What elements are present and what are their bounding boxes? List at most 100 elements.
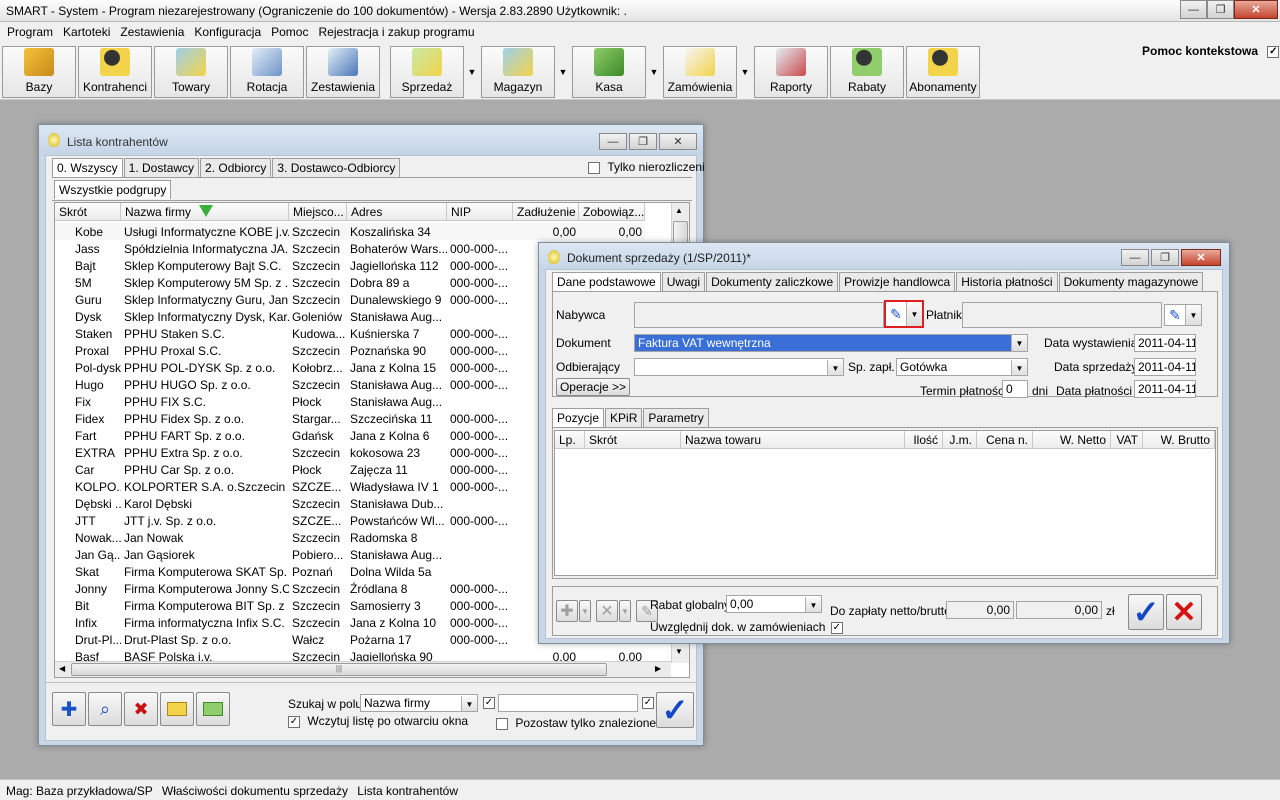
add-item-button[interactable]: ✚ [556, 600, 578, 622]
operations-button[interactable]: Operacje >> [556, 378, 630, 396]
toolbar-button-zamowienia[interactable]: Zamówienia [663, 46, 737, 98]
col-ilosc[interactable]: Ilość [905, 431, 943, 449]
delete-contractor-button[interactable]: ✖ [124, 692, 158, 726]
tab-dokumenty-magazynowe[interactable]: Dokumenty magazynowe [1058, 272, 1204, 291]
col-w-brutto[interactable]: W. Brutto [1143, 431, 1215, 449]
search-field-dropdown-icon[interactable]: ▼ [461, 696, 477, 711]
discount-select[interactable]: 0,00 ▼ [726, 595, 822, 613]
tab-wszyscy[interactable]: 0. Wszyscy [52, 158, 123, 177]
tab-pozycje[interactable]: Pozycje [552, 408, 605, 427]
tab-kpir[interactable]: KPiR [605, 408, 643, 427]
buyer-dropdown-icon[interactable]: ▼ [906, 302, 922, 326]
menu-zestawienia[interactable]: Zestawienia [115, 25, 189, 39]
document-dropdown-icon[interactable]: ▼ [1011, 335, 1027, 351]
tab-dane-podstawowe[interactable]: Dane podstawowe [552, 272, 661, 291]
cancel-document-button[interactable]: ✕ [1166, 594, 1202, 630]
issue-date-field[interactable]: 2011-04-11 [1134, 334, 1196, 352]
only-unsettled-checkbox[interactable] [588, 161, 600, 174]
add-contractor-button[interactable]: ✚ [52, 692, 86, 726]
confirm-contractor-button[interactable]: ✓ [656, 692, 694, 728]
search-contractor-button[interactable]: ⌕ [88, 692, 122, 726]
tab-historia-platnosci[interactable]: Historia płatności [956, 272, 1058, 291]
pay-method-dropdown-icon[interactable]: ▼ [1011, 360, 1027, 375]
minimize-button[interactable]: — [1180, 0, 1207, 19]
menu-kartoteki[interactable]: Kartoteki [58, 25, 115, 39]
toolbar-button-magazyn[interactable]: Magazyn [481, 46, 555, 98]
add-item-dropdown[interactable]: ▼ [579, 600, 591, 622]
maximize-button[interactable]: ❐ [1207, 0, 1234, 19]
term-field[interactable]: 0 [1002, 380, 1028, 398]
col-miejscowosc[interactable]: Miejsco... [289, 203, 347, 221]
delete-item-dropdown[interactable]: ▼ [619, 600, 631, 622]
payer-field[interactable] [962, 302, 1162, 328]
col-nazwa-towaru[interactable]: Nazwa towaru [681, 431, 905, 449]
search-input[interactable] [498, 694, 638, 712]
table-row[interactable]: Kobe Usługi Informatyczne KOBE j.v. Szczec… [55, 223, 645, 240]
sales-doc-maximize-button[interactable]: ❐ [1151, 249, 1179, 266]
col-nazwa-firmy[interactable]: Nazwa firmy [121, 203, 289, 221]
col-skrot[interactable]: Skrót [585, 431, 681, 449]
context-help-checkbox[interactable]: ✓ [1267, 45, 1280, 58]
scroll-left-icon[interactable]: ◀ [59, 664, 65, 673]
toolbar-button-bazy[interactable]: Bazy [2, 46, 76, 98]
scroll-right-icon[interactable]: ▶ [655, 664, 661, 673]
pay-method-select[interactable]: Gotówka ▼ [896, 358, 1028, 376]
col-vat[interactable]: VAT [1111, 431, 1143, 449]
delete-item-button[interactable]: ✕ [596, 600, 618, 622]
tab-dostawcy[interactable]: 1. Dostawcy [123, 158, 200, 177]
toolbar-button-abonamenty[interactable]: Abonamenty [906, 46, 980, 98]
menu-program[interactable]: Program [2, 25, 58, 39]
kasa-dropdown-arrow[interactable]: ▼ [646, 46, 662, 98]
toolbar-button-zestawienia[interactable]: Zestawienia [306, 46, 380, 98]
col-lp[interactable]: Lp. [555, 431, 585, 449]
col-skrot[interactable]: Skrót [55, 203, 121, 221]
buyer-field[interactable] [634, 302, 884, 328]
col-w-netto[interactable]: W. Netto [1033, 431, 1111, 449]
sale-date-field[interactable]: 2011-04-11 [1134, 358, 1196, 376]
zamowienia-dropdown-arrow[interactable]: ▼ [737, 46, 753, 98]
leave-found-checkbox[interactable] [496, 717, 508, 730]
include-orders-checkbox[interactable]: ✓ [830, 621, 843, 634]
tab-dokumenty-zaliczkowe[interactable]: Dokumenty zaliczkowe [706, 272, 839, 291]
col-nip[interactable]: NIP [447, 203, 513, 221]
toolbar-button-sprzedaz[interactable]: Sprzedaż [390, 46, 464, 98]
scroll-down-icon[interactable]: ▼ [675, 647, 683, 656]
close-button[interactable]: ✕ [1234, 0, 1278, 19]
sales-doc-close-button[interactable]: ✕ [1181, 249, 1221, 266]
toolbar-button-rotacja[interactable]: Rotacja [230, 46, 304, 98]
document-select[interactable]: Faktura VAT wewnętrzna ▼ [634, 334, 1028, 352]
pay-date-field[interactable]: 2011-04-11 [1134, 380, 1196, 398]
col-jm[interactable]: J.m. [943, 431, 977, 449]
toolbar-button-kasa[interactable]: Kasa [572, 46, 646, 98]
magazyn-dropdown-arrow[interactable]: ▼ [555, 46, 571, 98]
payer-dropdown-icon[interactable]: ▼ [1185, 305, 1201, 325]
tab-prowizje-handlowca[interactable]: Prowizje handlowca [839, 272, 956, 291]
tab-dostawco-odbiorcy[interactable]: 3. Dostawco-Odbiorcy [272, 158, 401, 177]
hscroll-thumb[interactable]: ||| [71, 663, 607, 676]
buyer-picker[interactable]: ✎ ▼ [884, 300, 924, 328]
search-exact-checkbox[interactable]: ✓ [642, 697, 654, 709]
col-zobowiazania[interactable]: Zobowiąz... [579, 203, 645, 221]
tab-uwagi[interactable]: Uwagi [661, 272, 706, 291]
load-on-open-checkbox[interactable]: ✓ [288, 715, 300, 728]
money-contractor-button[interactable] [196, 692, 230, 726]
receiver-dropdown-icon[interactable]: ▼ [827, 360, 843, 375]
col-adres[interactable]: Adres [347, 203, 447, 221]
receiver-select[interactable]: ▼ [634, 358, 844, 376]
menu-rejestracja[interactable]: Rejestracja i zakup programu [313, 25, 479, 39]
contractors-minimize-button[interactable]: — [599, 133, 627, 150]
tab-wszystkie-podgrupy[interactable]: Wszystkie podgrupy [54, 180, 172, 199]
contractors-hscrollbar[interactable]: ◀ ||| ▶ [55, 661, 671, 677]
confirm-document-button[interactable]: ✓ [1128, 594, 1164, 630]
col-cena-n[interactable]: Cena n. [977, 431, 1033, 449]
toolbar-button-towary[interactable]: Towary [154, 46, 228, 98]
toolbar-button-kontrahenci[interactable]: Kontrahenci [78, 46, 152, 98]
tab-odbiorcy[interactable]: 2. Odbiorcy [200, 158, 272, 177]
menu-konfiguracja[interactable]: Konfiguracja [189, 25, 266, 39]
search-filter-checkbox[interactable]: ✓ [483, 697, 495, 709]
toolbar-button-raporty[interactable]: Raporty [754, 46, 828, 98]
search-field-select[interactable]: Nazwa firmy ▼ [360, 694, 478, 712]
tab-parametry[interactable]: Parametry [643, 408, 709, 427]
col-zadluzenie[interactable]: Zadłużenie [513, 203, 579, 221]
discount-dropdown-icon[interactable]: ▼ [805, 597, 821, 612]
